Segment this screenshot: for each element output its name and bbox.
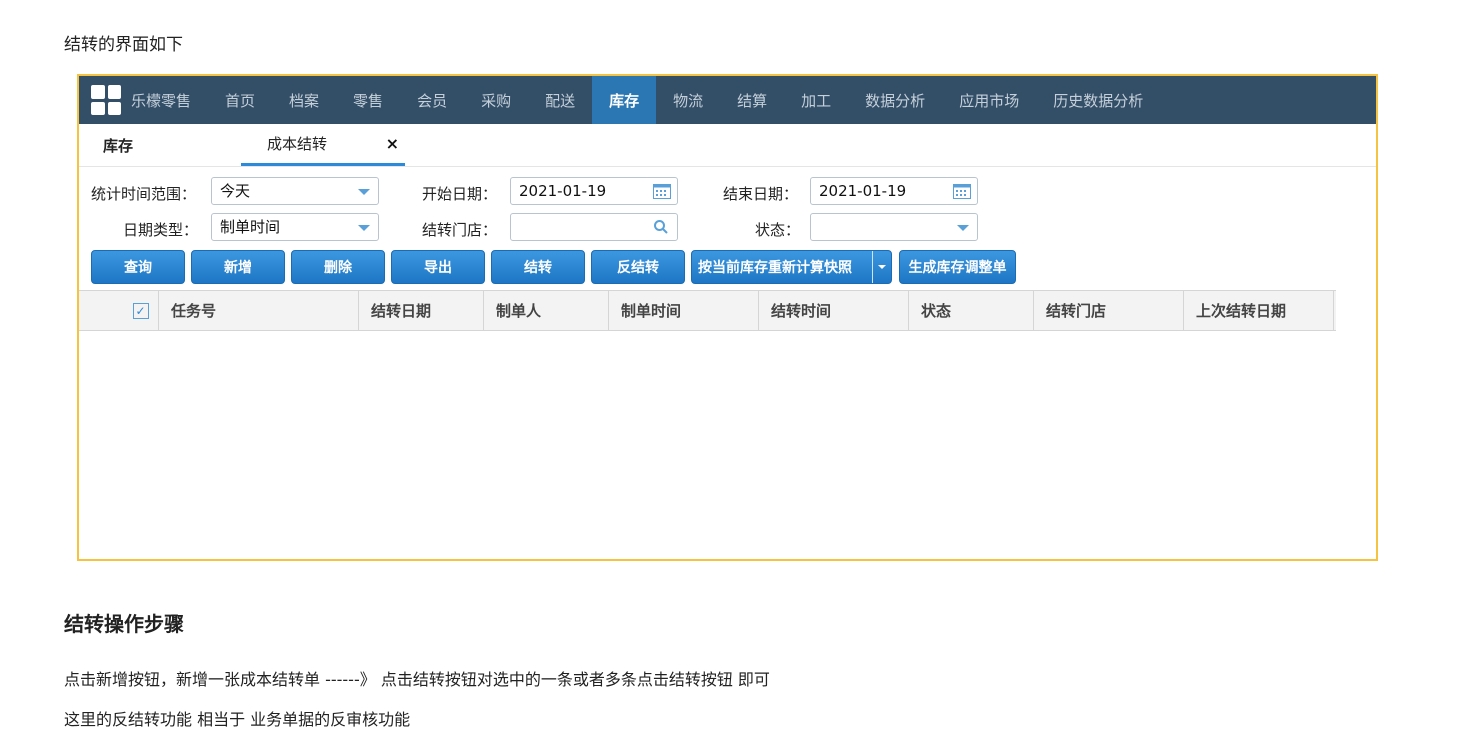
nav-item-settlement[interactable]: 结算 [720,76,784,124]
range-value: 今天 [220,182,251,200]
nav-item-distribution[interactable]: 配送 [528,76,592,124]
close-icon[interactable]: × [386,134,399,153]
generate-adjustment-button[interactable]: 生成库存调整单 [899,250,1016,284]
checkbox-icon[interactable]: ✓ [132,302,149,319]
reverse-carry-over-button[interactable]: 反结转 [591,250,685,284]
paragraph-reverse-note: 这里的反结转功能 相当于 业务单据的反审核功能 [64,710,411,729]
store-label: 结转门店： [422,221,498,239]
range-label: 统计时间范围： [91,185,197,203]
grid-header: ✓ 任务号 结转日期 制单人 制单时间 结转时间 状态 结转门店 上次结转日期 [79,290,1336,331]
end-date-value: 2021-01-19 [819,182,907,200]
page-tabs: 库存 成本结转 × [79,124,1376,167]
nav-item-data-analysis[interactable]: 数据分析 [848,76,942,124]
col-creator[interactable]: 制单人 [484,291,609,330]
start-date-label: 开始日期： [422,185,498,203]
chevron-down-icon [957,225,969,231]
status-select[interactable] [810,213,978,241]
tab-cost-carryover-label: 成本结转 [267,135,328,153]
filter-panel: 统计时间范围： 今天 开始日期： 2021-01-19 结束日期： 2021-0… [79,167,1376,247]
col-create-time[interactable]: 制单时间 [609,291,759,330]
query-button[interactable]: 查询 [91,250,185,284]
nav-item-member[interactable]: 会员 [400,76,464,124]
chevron-down-icon[interactable] [872,251,891,283]
end-date-label: 结束日期： [723,185,799,203]
date-type-value: 制单时间 [220,218,281,236]
col-last-carry-date[interactable]: 上次结转日期 [1184,291,1334,330]
nav-brand[interactable]: 乐檬零售 [129,76,208,124]
status-label: 状态： [755,221,801,239]
select-all-header[interactable]: ✓ [123,291,159,330]
add-button[interactable]: 新增 [191,250,285,284]
intro-text: 结转的界面如下 [64,35,183,55]
nav-item-history-analysis[interactable]: 历史数据分析 [1036,76,1160,124]
range-select[interactable]: 今天 [211,177,379,205]
nav-item-logistics[interactable]: 物流 [656,76,720,124]
start-date-value: 2021-01-19 [519,182,607,200]
export-button[interactable]: 导出 [391,250,485,284]
top-navigation-bar: 乐檬零售 首页 档案 零售 会员 采购 配送 库存 物流 结算 加工 数据分析 … [79,76,1376,124]
date-type-label: 日期类型： [123,221,199,239]
col-carry-date[interactable]: 结转日期 [359,291,484,330]
col-status[interactable]: 状态 [909,291,1034,330]
start-date-field[interactable]: 2021-01-19 [510,177,678,205]
chevron-down-icon [358,189,370,195]
nav-item-home[interactable]: 首页 [208,76,272,124]
nav-item-processing[interactable]: 加工 [784,76,848,124]
calendar-icon[interactable] [953,184,971,199]
delete-button[interactable]: 删除 [291,250,385,284]
calendar-icon[interactable] [653,184,671,199]
col-carry-time[interactable]: 结转时间 [759,291,909,330]
nav-item-archive[interactable]: 档案 [272,76,336,124]
recalc-snapshot-button[interactable]: 按当前库存重新计算快照 [691,250,892,284]
nav-item-retail[interactable]: 零售 [336,76,400,124]
nav-item-app-market[interactable]: 应用市场 [942,76,1036,124]
tab-inventory-label: 库存 [103,136,134,155]
nav-item-purchase[interactable]: 采购 [464,76,528,124]
carry-over-button[interactable]: 结转 [491,250,585,284]
tab-cost-carryover[interactable]: 成本结转 × [241,124,405,166]
app-grid-icon[interactable] [91,85,121,115]
row-number-header [79,291,123,330]
col-store[interactable]: 结转门店 [1034,291,1184,330]
paragraph-steps: 点击新增按钮，新增一张成本结转单 ------》 点击结转按钮对选中的一条或者多… [64,670,770,689]
search-icon[interactable] [653,219,669,235]
toolbar: 查询 新增 删除 导出 结转 反结转 按当前库存重新计算快照 生成库存调整单 [79,248,1376,288]
tab-inventory[interactable]: 库存 [79,124,241,166]
date-type-select[interactable]: 制单时间 [211,213,379,241]
section-title: 结转操作步骤 [64,612,184,636]
recalc-snapshot-label: 按当前库存重新计算快照 [698,260,852,276]
nav-item-inventory[interactable]: 库存 [592,76,657,124]
col-task-no[interactable]: 任务号 [159,291,359,330]
chevron-down-icon [358,225,370,231]
end-date-field[interactable]: 2021-01-19 [810,177,978,205]
app-screenshot-frame: 乐檬零售 首页 档案 零售 会员 采购 配送 库存 物流 结算 加工 数据分析 … [77,74,1378,561]
store-field[interactable] [510,213,678,241]
